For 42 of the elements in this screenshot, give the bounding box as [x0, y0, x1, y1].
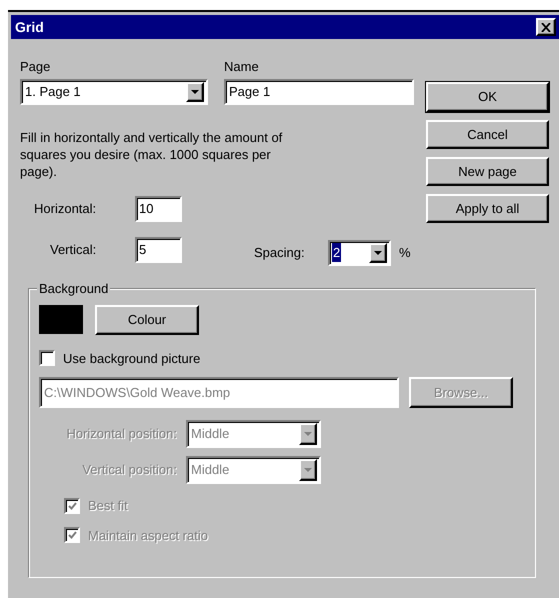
close-icon: [541, 22, 551, 32]
check-icon: [68, 531, 76, 540]
dialog-button[interactable]: Cancel: [426, 120, 549, 149]
dropdown-button[interactable]: [299, 423, 317, 445]
instructions-text: Fill in horizontally and vertically the amount of squares you desire (max. 1000 squares per page).: [20, 128, 284, 180]
check-icon: [68, 502, 76, 510]
caret-icon: [191, 90, 199, 94]
checkbox-label: Best fit: [88, 497, 128, 515]
caret-icon: [374, 250, 382, 254]
dialog-button[interactable]: Apply to all: [426, 194, 549, 223]
spacing-label: Spacing:: [254, 244, 306, 262]
colour-button[interactable]: Colour: [95, 304, 199, 334]
window-title: Grid: [15, 18, 44, 36]
name-field[interactable]: Page 1: [224, 78, 414, 104]
position-value: Middle: [191, 425, 230, 444]
dropdown-button[interactable]: [369, 242, 387, 262]
dialog-button[interactable]: New page: [426, 157, 549, 186]
vertical-field[interactable]: 5: [135, 236, 182, 262]
dialog-button[interactable]: OK: [426, 82, 549, 112]
path-value: C:\WINDOWS\Gold Weave.bmp: [44, 384, 230, 402]
page-label: Page: [20, 58, 52, 76]
page-value: 1. Page 1: [25, 82, 81, 101]
spacing-value: 2: [332, 242, 342, 262]
position-label: Vertical position:: [81, 461, 178, 480]
checkbox[interactable]: [39, 350, 55, 366]
percent-unit: %: [399, 244, 411, 262]
colour-swatch: [39, 305, 83, 334]
page-dropdown[interactable]: 1. Page 1: [20, 78, 208, 104]
position-value: Middle: [191, 461, 230, 480]
dropdown-button[interactable]: [299, 459, 317, 481]
caret-icon: [304, 468, 312, 472]
close-button[interactable]: [536, 18, 556, 36]
checkbox-label: Use background picture: [63, 350, 200, 368]
vertical-label: Vertical:: [50, 240, 98, 259]
spacing-dropdown[interactable]: 2: [328, 240, 391, 266]
caret-icon: [304, 432, 312, 436]
position-label: Horizontal position:: [65, 425, 178, 444]
horizontal-field[interactable]: 10: [135, 196, 182, 222]
horizontal-label: Horizontal:: [34, 200, 98, 218]
dropdown-button[interactable]: [186, 82, 204, 102]
name-label: Name: [224, 58, 260, 76]
checkbox-label: Maintain aspect ratio: [88, 526, 208, 545]
